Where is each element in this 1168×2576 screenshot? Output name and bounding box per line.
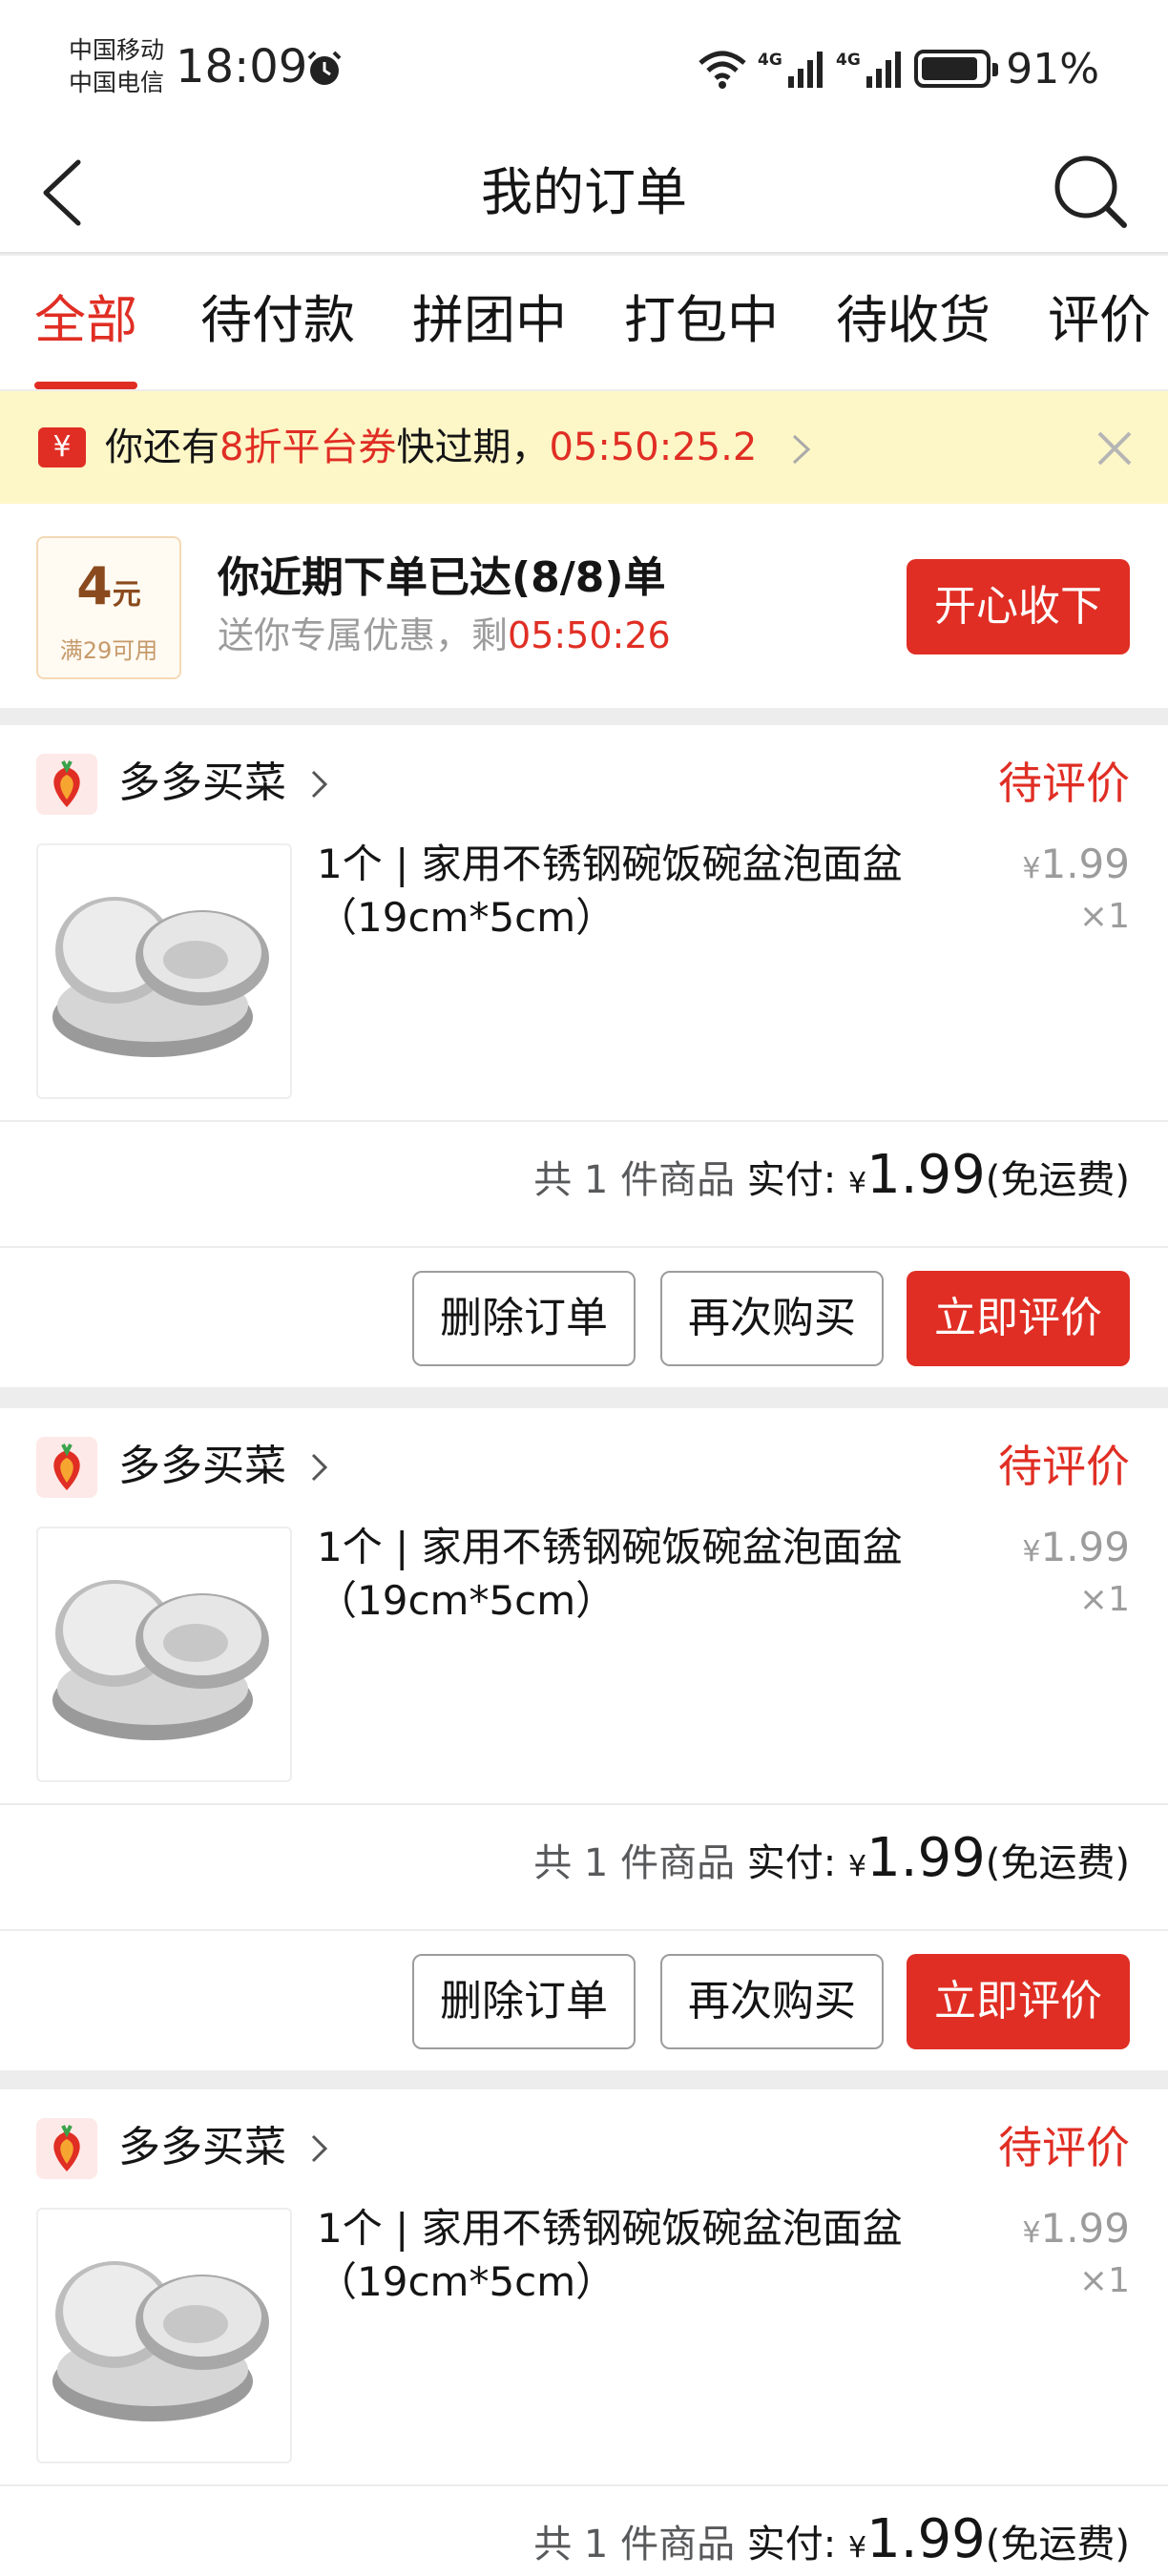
battery-percent: 91% [1006,44,1099,93]
svg-text:4G: 4G [836,51,861,70]
steel-bowls-image [52,897,269,1057]
carrier-2: 中国电信 [69,69,165,96]
delete-order-button[interactable]: 删除订单 [412,1271,636,1366]
tab-active-indicator [34,382,137,389]
order-status: 待评价 [998,1441,1130,1492]
shop-name[interactable]: 多多买菜 [118,752,286,815]
divider [0,1803,1168,1805]
page-title: 我的订单 [481,162,687,222]
product-image[interactable] [36,1527,292,1782]
coupon-card: 4元 满29可用 [36,536,181,679]
delete-order-button[interactable]: 删除订单 [412,1954,636,2049]
close-icon[interactable] [1094,427,1136,469]
coupon-condition: 满29可用 [59,637,158,664]
tab-pending-receipt[interactable]: 待收货 [836,286,991,355]
divider [0,2484,1168,2486]
shop-logo-icon [36,754,97,815]
product-price: ¥1.99 [1022,2205,1130,2252]
alarm-icon [307,51,342,85]
promo-title: 你近期下单已达(8/8)单 [218,553,666,602]
product-title[interactable]: 1个 | 家用不锈钢碗饭碗盆泡面盆（19cm*5cm） [317,1521,975,1628]
product-price: ¥1.99 [1022,1524,1130,1570]
product-image[interactable] [36,843,292,1099]
buy-again-button[interactable]: 再次购买 [660,1954,884,2049]
product-title[interactable]: 1个 | 家用不锈钢碗饭碗盆泡面盆（19cm*5cm） [317,838,975,945]
divider [0,1929,1168,1931]
promo-subtitle: 送你专属优惠，剩05:50:26 [218,614,671,656]
divider [0,1120,1168,1122]
carrier-1: 中国移动 [69,36,165,64]
status-bar: 中国移动 中国电信 18:09 4G 4G 91% [0,0,1168,134]
tab-packing[interactable]: 打包中 [624,286,779,355]
svg-text:4G: 4G [758,51,782,70]
order-tabs: 全部 待付款 拼团中 打包中 待收货 评价 [0,256,1168,389]
buy-again-button[interactable]: 再次购买 [660,1271,884,1366]
order-card[interactable]: 多多买菜 待评价 1个 | 家用不锈钢碗饭碗盆泡面盆（19cm*5cm） ¥1.… [0,725,1168,1387]
product-image[interactable] [36,2208,292,2463]
battery-icon [914,50,999,88]
order-card[interactable]: 多多买菜 待评价 1个 | 家用不锈钢碗饭碗盆泡面盆（19cm*5cm） ¥1.… [0,1408,1168,2070]
notice-suffix: 快过期， [396,426,550,469]
wifi-icon [699,51,746,89]
shop-logo-icon [36,2118,97,2179]
status-right: 4G 4G 91% [697,38,1099,99]
header-bar: 我的订单 [0,134,1168,254]
signal-icon-2: 4G [836,51,902,88]
chevron-right-icon [311,770,328,799]
order-summary: 共 1 件商品 实付: ¥1.99(免运费) [533,2508,1130,2570]
product-quantity: ×1 [1078,1580,1130,1619]
notice-prefix: 你还有 [105,426,219,469]
coupon-amount: 4元 [76,556,141,616]
product-price: ¥1.99 [1022,841,1130,887]
product-title[interactable]: 1个 | 家用不锈钢碗饭碗盆泡面盆（19cm*5cm） [317,2202,975,2309]
order-summary: 共 1 件商品 实付: ¥1.99(免运费) [533,1144,1130,1206]
review-now-button[interactable]: 立即评价 [907,1271,1130,1366]
promo-banner: 4元 满29可用 你近期下单已达(8/8)单 送你专属优惠，剩05:50:26 … [0,504,1168,708]
order-status: 待评价 [998,2122,1130,2173]
order-summary: 共 1 件商品 实付: ¥1.99(免运费) [533,1827,1130,1889]
notice-countdown: 05:50:25.2 [549,426,758,469]
tab-all[interactable]: 全部 [34,286,137,355]
shop-name[interactable]: 多多买菜 [118,1435,286,1498]
steel-bowls-image [52,2261,269,2421]
product-quantity: ×1 [1078,2261,1130,2300]
notice-coupon-name: 8折平台券 [219,426,397,469]
status-time: 18:09 [176,40,308,93]
accept-coupon-button[interactable]: 开心收下 [907,559,1130,654]
coupon-icon: ¥ [38,427,86,467]
chevron-right-icon [311,1453,328,1482]
order-card[interactable]: 多多买菜 待评价 1个 | 家用不锈钢碗饭碗盆泡面盆（19cm*5cm） ¥1.… [0,2089,1168,2576]
notice-text: 你还有8折平台券快过期，05:50:25.2 [105,418,757,477]
promo-countdown: 05:50:26 [508,614,671,656]
tab-pending-payment[interactable]: 待付款 [200,286,355,355]
divider [0,1246,1168,1248]
chevron-right-icon [311,2134,328,2163]
shop-name[interactable]: 多多买菜 [118,2116,286,2179]
carrier-names: 中国移动 中国电信 [69,34,164,99]
signal-icon: 4G [758,51,824,88]
chevron-right-icon [792,434,811,465]
coupon-expiry-notice[interactable]: ¥ 你还有8折平台券快过期，05:50:25.2 [0,391,1168,504]
search-icon[interactable] [1048,149,1134,235]
order-status: 待评价 [998,758,1130,809]
steel-bowls-image [52,1580,269,1740]
shop-logo-icon [36,1437,97,1498]
review-now-button[interactable]: 立即评价 [907,1954,1130,2049]
product-quantity: ×1 [1078,897,1130,936]
tab-group-buying[interactable]: 拼团中 [412,286,567,355]
tab-review[interactable]: 评价 [1048,286,1151,355]
